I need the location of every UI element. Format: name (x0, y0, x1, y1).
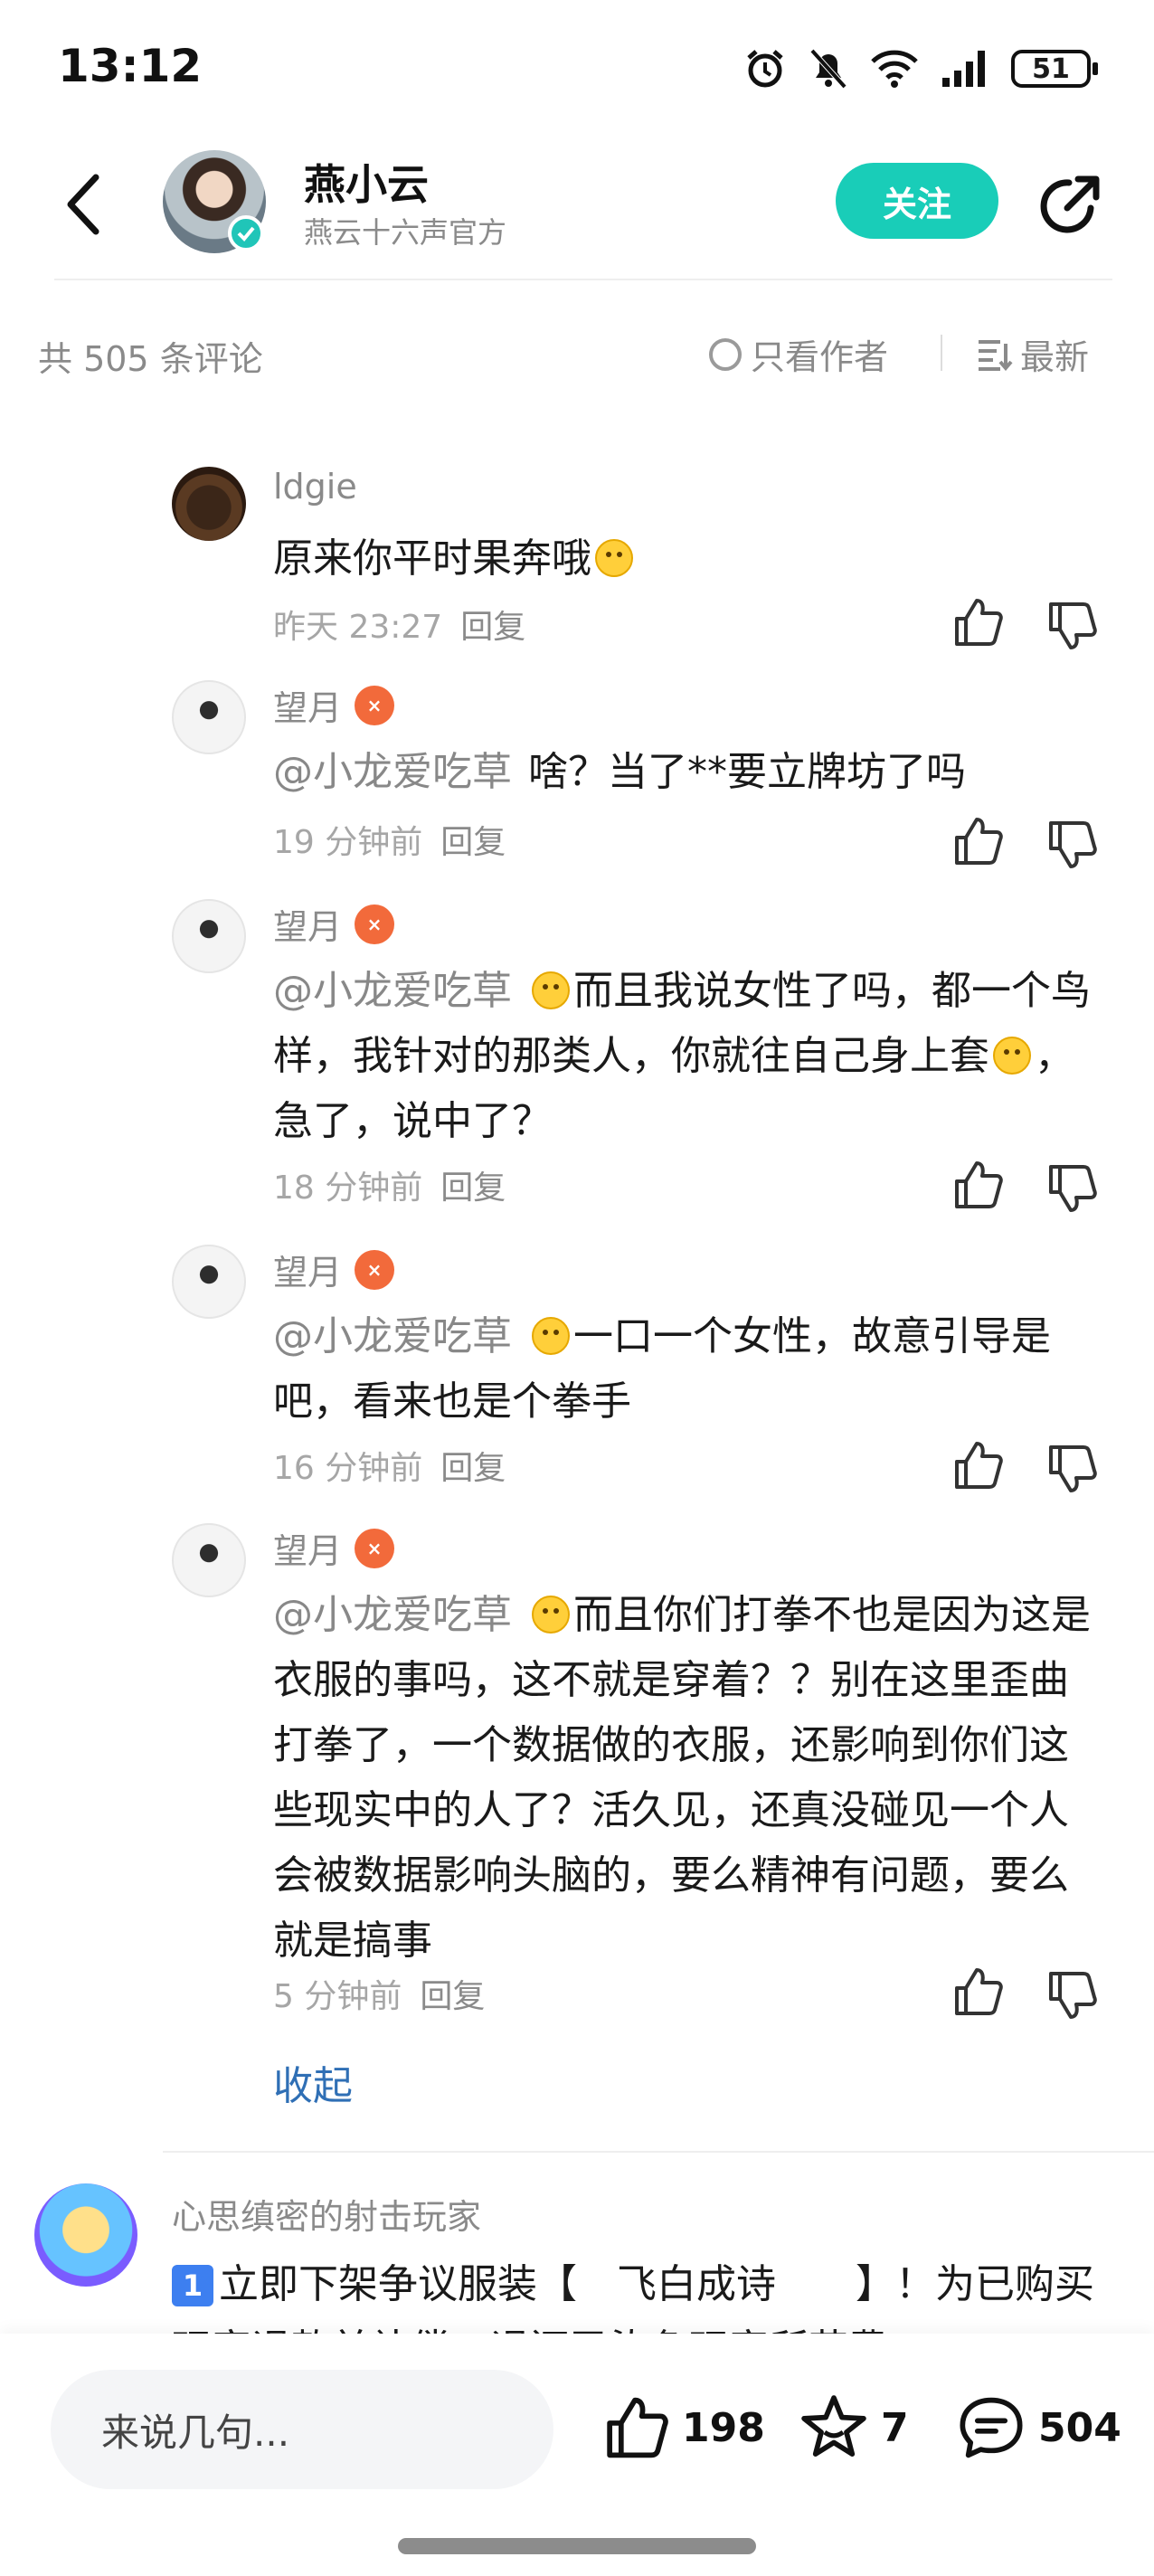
reply-time: 19 分钟前 (273, 824, 423, 861)
comment-button[interactable]: 504 (957, 2393, 1121, 2462)
sort-icon (979, 339, 1013, 371)
reply-text: 原来你平时果奔哦 (273, 526, 1105, 592)
back-icon (67, 174, 99, 235)
reply-button[interactable]: 回复 (460, 609, 525, 646)
dislike-icon[interactable] (1044, 1968, 1098, 2022)
avatar[interactable] (172, 680, 246, 754)
reply-username[interactable]: ldgie (273, 467, 357, 507)
reply-time: 昨天 23:27 (273, 609, 443, 646)
comment-count: 共 505 条评论 (38, 339, 263, 379)
mention-link[interactable]: @小龙爱吃草 (273, 968, 512, 1014)
angry-emoji-icon (532, 1317, 570, 1355)
mention-link[interactable]: @小龙爱吃草 (273, 749, 512, 795)
reply-button[interactable]: 回复 (420, 1978, 485, 2015)
reply-meta: 昨天 23:27 回复 (273, 601, 525, 648)
like-icon[interactable] (950, 814, 1004, 868)
share-icon[interactable] (1035, 172, 1103, 241)
reply-meta: 18 分钟前 回复 (273, 1161, 506, 1208)
alarm-icon (747, 50, 783, 88)
author-only-label: 只看作者 (751, 337, 889, 377)
collapse-replies-link[interactable]: 收起 (273, 2053, 353, 2111)
comment-count-bottom: 504 (1038, 2404, 1121, 2451)
status-time: 13:12 (58, 40, 203, 92)
reply-time: 5 分钟前 (273, 1978, 402, 2015)
reply-text: @小龙爱吃草 而且你们打拳不也是因为这是衣服的事吗，这不就是穿着？？别在这里歪曲打… (273, 1592, 1091, 1964)
battery-icon: 51 (1011, 50, 1098, 88)
author-name[interactable]: 燕小云 (304, 152, 429, 212)
reply-text: @小龙爱吃草 而且我说女性了吗，都一个鸟样，我针对的那类人，你就往自己身上套 ，急了… (273, 968, 1091, 1144)
comment-input[interactable]: 来说几句... (51, 2370, 553, 2489)
author-subtitle: 燕云十六声官方 (304, 215, 507, 250)
toolbar-separator (941, 335, 942, 371)
reply-meta: 16 分钟前 回复 (273, 1442, 506, 1489)
signal-icon (942, 51, 985, 87)
smile-emoji-icon (993, 1037, 1031, 1075)
follow-button[interactable]: 关注 (836, 163, 998, 239)
reply-time: 16 分钟前 (273, 1450, 423, 1487)
angry-emoji-icon (532, 1596, 570, 1634)
favorite-icon (801, 2395, 866, 2457)
level-badge-icon: × (355, 904, 395, 944)
favorite-count: 7 (881, 2404, 909, 2451)
reply-text: @小龙爱吃草 啥？当了**要立牌坊了吗 (273, 749, 966, 795)
battery-level: 51 (1032, 52, 1070, 85)
mention-link[interactable]: @小龙爱吃草 (273, 1313, 512, 1359)
avatar[interactable] (172, 467, 246, 541)
sort-label: 最新 (1020, 337, 1090, 377)
like-icon[interactable] (950, 1965, 1004, 2019)
comment-username[interactable]: 心思缜密的射击玩家 (172, 2189, 481, 2239)
level-badge-icon: × (355, 1249, 395, 1290)
dislike-icon[interactable] (1044, 818, 1098, 872)
sort-button[interactable]: 最新 (977, 329, 1089, 379)
like-count: 198 (682, 2404, 765, 2451)
reply-button[interactable]: 回复 (440, 1450, 506, 1487)
bottom-action-bar: 来说几句... 198 7 504 (0, 2334, 1154, 2576)
status-bar: 13:12 51 (0, 0, 1154, 136)
dislike-icon[interactable] (1044, 1161, 1098, 1216)
number-badge-icon: 1 (172, 2265, 213, 2306)
reply-text: @小龙爱吃草 一口一个女性，故意引导是吧，看来也是个拳手 (273, 1313, 1051, 1425)
dislike-icon[interactable] (1044, 599, 1098, 653)
reply-username[interactable]: 望月 × (273, 899, 395, 949)
avatar[interactable] (172, 899, 246, 973)
reply-meta: 5 分钟前 回复 (273, 1970, 485, 2017)
reply-button[interactable]: 回复 (440, 824, 506, 861)
level-badge-icon: × (355, 685, 395, 725)
author-only-toggle[interactable]: 只看作者 (709, 329, 888, 379)
like-icon[interactable] (950, 1158, 1004, 1212)
crying-emoji-icon (532, 971, 570, 1009)
comment-toolbar: 共 505 条评论 只看作者 最新 (0, 308, 1154, 398)
favorite-button[interactable]: 7 (799, 2393, 909, 2462)
wifi-icon (871, 50, 918, 88)
avatar[interactable] (172, 1245, 246, 1319)
like-icon[interactable] (950, 595, 1004, 649)
comment-divider (163, 2151, 1154, 2153)
header-divider (54, 279, 1112, 280)
reply-username[interactable]: 望月 × (273, 1245, 395, 1294)
comment-input-placeholder: 来说几句... (101, 2410, 290, 2455)
comment-icon (960, 2397, 1023, 2458)
avatar[interactable] (172, 1523, 246, 1597)
reply-time: 18 分钟前 (273, 1170, 423, 1207)
status-icons: 51 (743, 47, 1098, 90)
radio-circle-icon (709, 337, 742, 371)
dislike-icon[interactable] (1044, 1442, 1098, 1496)
mute-icon (809, 48, 847, 90)
like-icon[interactable] (950, 1438, 1004, 1492)
avatar[interactable] (34, 2183, 137, 2287)
mention-link[interactable]: @小龙爱吃草 (273, 1592, 512, 1638)
reply-username[interactable]: 望月 × (273, 1523, 395, 1573)
header: 燕小云 燕云十六声官方 关注 (0, 136, 1154, 280)
like-icon (607, 2397, 668, 2458)
comment-text: 1立即下架争议服装【 飞白成诗 】！为已购买玩家退款并补偿，退还已染色玩家所花费 (172, 2252, 1112, 2335)
reply-button[interactable]: 回复 (440, 1170, 506, 1207)
like-button[interactable]: 198 (601, 2393, 765, 2462)
home-indicator[interactable] (398, 2538, 756, 2554)
reply-username[interactable]: 望月 × (273, 680, 395, 730)
smile-emoji-icon (595, 539, 633, 577)
reply-meta: 19 分钟前 回复 (273, 816, 506, 863)
level-badge-icon: × (355, 1528, 395, 1568)
verified-icon (228, 215, 264, 251)
back-button[interactable] (56, 168, 110, 241)
